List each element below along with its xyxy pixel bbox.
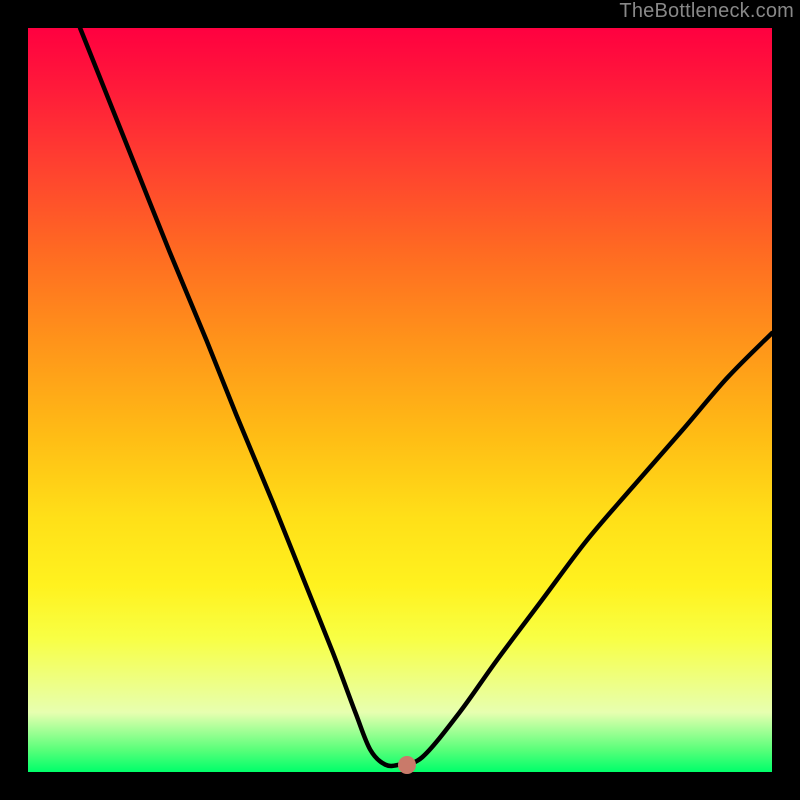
chart-frame [14,14,786,786]
bottleneck-curve [28,28,772,772]
plot-area [28,28,772,772]
current-point-marker [398,756,416,774]
watermark-text: TheBottleneck.com [619,0,794,23]
